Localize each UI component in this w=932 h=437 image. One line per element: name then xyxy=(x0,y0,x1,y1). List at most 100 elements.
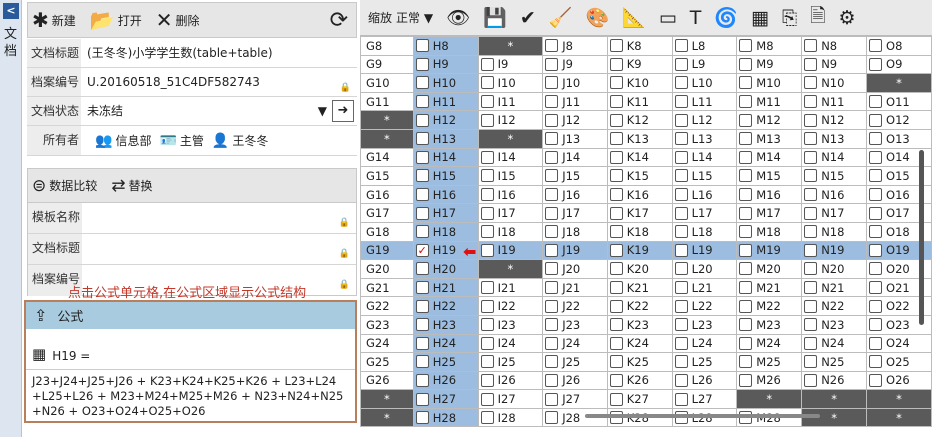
checkbox[interactable] xyxy=(739,169,753,183)
grid-cell-H22[interactable]: H22 xyxy=(412,296,479,316)
grid-cell-K12[interactable]: K12 xyxy=(606,110,673,130)
checkbox[interactable] xyxy=(609,113,623,127)
checkbox[interactable] xyxy=(415,113,429,127)
grid-cell-J12[interactable]: J12 xyxy=(542,110,608,130)
grid-cell-M22[interactable]: M22 xyxy=(736,296,803,316)
grid-cell-K20[interactable]: K20 xyxy=(606,259,673,279)
checkbox[interactable] xyxy=(674,39,688,53)
checkbox[interactable] xyxy=(545,113,559,127)
checkbox[interactable] xyxy=(609,373,623,387)
grid-cell-I13[interactable]: * xyxy=(477,128,544,149)
checkbox[interactable] xyxy=(804,113,818,127)
ruler-icon[interactable]: 📐 xyxy=(622,6,646,29)
checkbox[interactable] xyxy=(480,299,494,313)
checkbox[interactable] xyxy=(869,336,883,350)
grid-cell-N13[interactable]: N13 xyxy=(801,128,868,149)
grid-cell-J19[interactable]: J19 xyxy=(542,240,608,261)
grid-cell-L14[interactable]: L14 xyxy=(671,147,738,168)
checkbox[interactable]: ✓ xyxy=(415,243,429,257)
grid-cell-I20[interactable]: * xyxy=(477,259,544,279)
grid-cell-K25[interactable]: K25 xyxy=(606,352,673,372)
grid-cell-L25[interactable]: L25 xyxy=(671,352,738,372)
grid-cell-O13[interactable]: O13 xyxy=(866,128,932,149)
grid-cell-M20[interactable]: M20 xyxy=(736,259,803,279)
grid-cell-H10[interactable]: H10 xyxy=(412,73,479,93)
checkbox[interactable] xyxy=(804,206,818,220)
grid-cell-G19[interactable]: G19 xyxy=(360,240,414,261)
grid-cell-L15[interactable]: L15 xyxy=(671,166,738,186)
grid-cell-H14[interactable]: H14 xyxy=(412,147,479,168)
grid-cell-N14[interactable]: N14 xyxy=(801,147,868,168)
grid-cell-L21[interactable]: L21 xyxy=(671,277,738,298)
checkbox[interactable] xyxy=(480,76,494,90)
checkbox[interactable] xyxy=(415,281,429,295)
grid-cell-M13[interactable]: M13 xyxy=(736,128,803,149)
export-icon[interactable]: ⎘ xyxy=(782,7,797,29)
grid-cell-H17[interactable]: H17 xyxy=(412,203,479,223)
checkbox[interactable] xyxy=(674,169,688,183)
grid-cell-G24[interactable]: G24 xyxy=(360,333,414,354)
grid-cell-N15[interactable]: N15 xyxy=(801,166,868,186)
grid-cell-K21[interactable]: K21 xyxy=(606,277,673,298)
checkbox[interactable] xyxy=(415,57,429,71)
checkbox[interactable] xyxy=(545,150,559,164)
checkbox[interactable] xyxy=(804,76,818,90)
grid-cell-G18[interactable]: G18 xyxy=(360,221,414,242)
grid-cell-J16[interactable]: J16 xyxy=(542,184,608,205)
grid-cell-I8[interactable]: * xyxy=(477,36,544,56)
checkbox[interactable] xyxy=(609,188,623,202)
grid-cell-G22[interactable]: G22 xyxy=(360,296,414,316)
grid-cell-K13[interactable]: K13 xyxy=(606,128,673,149)
checkbox[interactable] xyxy=(739,150,753,164)
checkbox[interactable] xyxy=(869,188,883,202)
checkbox[interactable] xyxy=(609,169,623,183)
checkbox[interactable] xyxy=(804,95,818,109)
checkbox[interactable] xyxy=(415,299,429,313)
grid-cell-N10[interactable]: N10 xyxy=(801,73,868,93)
grid-cell-L19[interactable]: L19 xyxy=(671,240,738,261)
grid-cell-L17[interactable]: L17 xyxy=(671,203,738,223)
spiral-icon[interactable]: 🌀 xyxy=(714,6,738,29)
checkbox[interactable] xyxy=(869,132,883,146)
checkbox[interactable] xyxy=(480,392,494,406)
checkbox[interactable] xyxy=(869,95,883,109)
grid-cell-N8[interactable]: N8 xyxy=(801,36,868,56)
zoom-select[interactable]: 正常 ▼ xyxy=(396,9,433,26)
checkbox[interactable] xyxy=(609,336,623,350)
checkbox[interactable] xyxy=(674,95,688,109)
checkbox[interactable] xyxy=(480,336,494,350)
checkbox[interactable] xyxy=(869,169,883,183)
grid-cell-J18[interactable]: J18 xyxy=(542,221,608,242)
grid-cell-H9[interactable]: H9 xyxy=(412,54,479,75)
grid-cell-G20[interactable]: G20 xyxy=(360,259,414,279)
grid-cell-J27[interactable]: J27 xyxy=(542,389,608,409)
checkbox[interactable] xyxy=(480,95,494,109)
grid-cell-M17[interactable]: M17 xyxy=(736,203,803,223)
grid-cell-L11[interactable]: L11 xyxy=(671,91,738,112)
grid-cell-O28[interactable]: * xyxy=(866,407,932,428)
settings-icon[interactable]: ⚙ xyxy=(838,7,855,29)
checkbox[interactable] xyxy=(739,113,753,127)
grid-cell-G13[interactable]: * xyxy=(360,128,414,149)
checkbox[interactable] xyxy=(415,188,429,202)
grid-cell-O11[interactable]: O11 xyxy=(866,91,932,112)
grid-cell-O10[interactable]: * xyxy=(866,73,932,93)
grid-cell-L8[interactable]: L8 xyxy=(671,36,738,56)
doc-status-select[interactable]: 未冻结 ▼ ➜ xyxy=(81,97,357,125)
checkbox[interactable] xyxy=(609,299,623,313)
checkbox[interactable] xyxy=(480,188,494,202)
checkbox[interactable] xyxy=(415,355,429,369)
grid-cell-M12[interactable]: M12 xyxy=(736,110,803,130)
grid-cell-N26[interactable]: N26 xyxy=(801,370,868,391)
grid-cell-I25[interactable]: I25 xyxy=(477,352,544,372)
checkbox[interactable] xyxy=(674,355,688,369)
eye-icon[interactable]: 👁 xyxy=(446,6,470,29)
checkbox[interactable] xyxy=(545,262,559,276)
grid-cell-M16[interactable]: M16 xyxy=(736,184,803,205)
grid-cell-G28[interactable]: * xyxy=(360,407,414,428)
grid-cell-G11[interactable]: G11 xyxy=(360,91,414,112)
checkbox[interactable] xyxy=(674,243,688,257)
checkbox[interactable] xyxy=(804,225,818,239)
grid-cell-M24[interactable]: M24 xyxy=(736,333,803,354)
checkbox[interactable] xyxy=(415,225,429,239)
